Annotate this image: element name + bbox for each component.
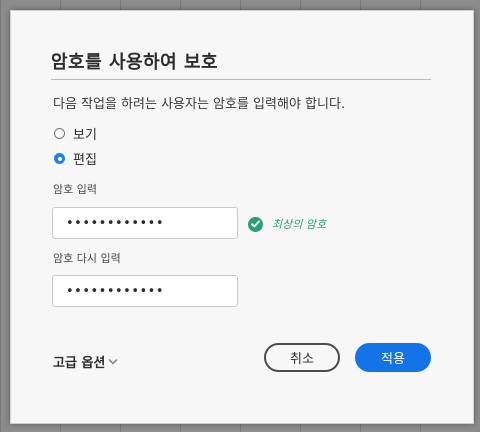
advanced-options-toggle[interactable]: 고급 옵션 — [53, 352, 118, 371]
radio-view[interactable]: 보기 — [54, 124, 97, 143]
chevron-down-icon — [108, 358, 118, 366]
password-strength-text: 최상의 암호 — [272, 218, 327, 231]
password-strength: 최상의 암호 — [248, 216, 326, 232]
confirm-password-input[interactable]: •••••••••••• — [52, 275, 238, 307]
title-divider — [51, 79, 431, 80]
radio-edit[interactable]: 편집 — [54, 149, 97, 168]
dialog-title: 암호를 사용하여 보호 — [51, 52, 219, 73]
radio-edit-indicator[interactable] — [54, 153, 65, 164]
password-label: 암호 입력 — [53, 183, 97, 196]
radio-view-indicator[interactable] — [54, 128, 65, 139]
confirm-password-label: 암호 다시 입력 — [53, 252, 121, 265]
dialog-description: 다음 작업을 하려는 사용자는 암호를 입력해야 합니다. — [53, 97, 346, 112]
advanced-options-label: 고급 옵션 — [53, 356, 106, 371]
radio-edit-label: 편집 — [73, 153, 97, 168]
apply-button[interactable]: 적용 — [355, 343, 431, 372]
radio-view-label: 보기 — [73, 128, 97, 143]
cancel-button[interactable]: 취소 — [264, 343, 340, 372]
protect-with-password-dialog: 암호를 사용하여 보호 다음 작업을 하려는 사용자는 암호를 입력해야 합니다… — [10, 10, 474, 424]
password-input[interactable]: •••••••••••• — [52, 207, 238, 239]
checkmark-icon — [248, 216, 263, 232]
